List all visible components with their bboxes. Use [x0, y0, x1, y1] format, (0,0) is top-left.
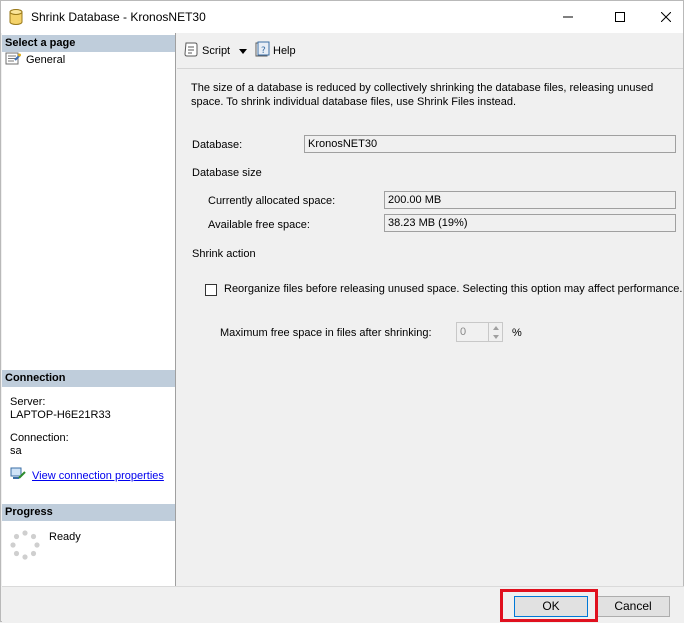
help-button[interactable]: ? Help	[254, 41, 296, 60]
allocated-space-label: Currently allocated space:	[208, 195, 336, 207]
max-free-space-stepper[interactable]: 0	[456, 322, 503, 342]
server-value: LAPTOP-H6E21R33	[10, 409, 111, 421]
connection-header: Connection	[2, 370, 175, 387]
view-connection-row: View connection properties	[10, 467, 164, 485]
free-space-label: Available free space:	[208, 219, 310, 231]
database-icon	[9, 9, 23, 25]
free-space-field[interactable]: 38.23 MB (19%)	[384, 214, 676, 232]
percent-unit: %	[512, 327, 522, 339]
connection-value: sa	[10, 445, 22, 457]
shrink-action-header: Shrink action	[192, 248, 256, 260]
cancel-button[interactable]: Cancel	[596, 596, 670, 617]
chevron-down-icon	[492, 334, 499, 339]
view-connection-properties-link[interactable]: View connection properties	[32, 470, 164, 483]
reorganize-label[interactable]: Reorganize files before releasing unused…	[224, 283, 682, 295]
script-button[interactable]: Script	[183, 41, 248, 60]
help-label: Help	[273, 44, 296, 57]
allocated-space-field[interactable]: 200.00 MB	[384, 191, 676, 209]
database-size-header: Database size	[192, 167, 262, 179]
progress-header: Progress	[2, 504, 175, 521]
help-icon: ?	[254, 41, 270, 60]
page-wrench-icon	[5, 52, 21, 68]
minimize-icon	[563, 16, 573, 18]
stepper-up-button[interactable]	[489, 323, 502, 332]
svg-text:?: ?	[261, 46, 266, 56]
script-icon	[183, 41, 199, 60]
select-page-header: Select a page	[2, 35, 175, 52]
max-free-space-value: 0	[460, 326, 467, 338]
progress-spinner-icon	[10, 530, 40, 563]
toolbar-divider	[177, 68, 683, 69]
server-label: Server:	[10, 396, 46, 408]
max-free-space-label: Maximum free space in files after shrink…	[220, 327, 432, 339]
progress-status: Ready	[49, 531, 81, 543]
toolbar: Script ? Help	[177, 33, 683, 67]
page-item-label: General	[26, 54, 66, 66]
window-title: Shrink Database - KronosNET30	[31, 10, 206, 24]
page-item-general[interactable]: General	[5, 52, 65, 68]
maximize-button[interactable]	[597, 1, 643, 33]
database-label: Database:	[192, 139, 243, 151]
close-button[interactable]	[643, 1, 684, 33]
connection-label: Connection:	[10, 432, 69, 444]
ok-highlight-box	[500, 589, 598, 622]
database-field[interactable]: KronosNET30	[304, 135, 676, 153]
maximize-icon	[615, 12, 625, 22]
stepper-buttons	[488, 323, 502, 341]
connection-properties-icon	[10, 467, 26, 485]
main-pane: Script ? Help The size of a database is …	[177, 33, 683, 586]
shrink-description: The size of a database is reduced by col…	[191, 82, 654, 108]
dropdown-arrow-icon[interactable]	[239, 45, 248, 57]
stepper-down-button[interactable]	[489, 332, 502, 341]
script-label: Script	[202, 44, 231, 57]
chevron-up-icon	[492, 325, 499, 330]
title-bar: Shrink Database - KronosNET30	[1, 1, 683, 33]
left-pane: Select a page General Connection Server:…	[2, 33, 176, 586]
reorganize-checkbox[interactable]	[205, 284, 217, 296]
shrink-database-dialog: Shrink Database - KronosNET30 Select a p…	[0, 0, 684, 623]
minimize-button[interactable]	[545, 1, 591, 33]
close-icon	[661, 12, 671, 22]
